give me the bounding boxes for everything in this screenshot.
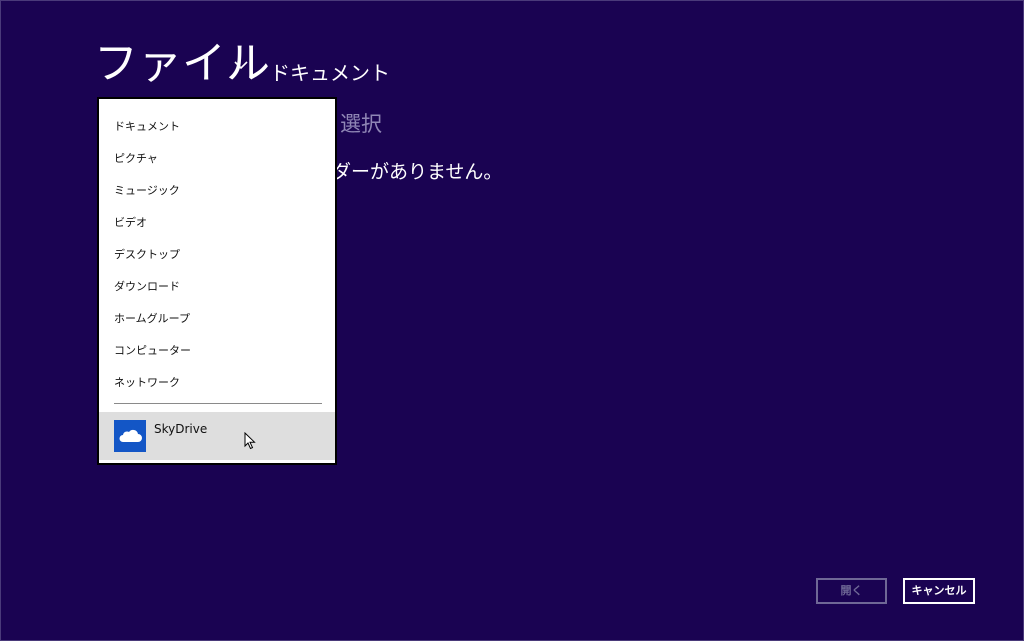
menu-item-videos[interactable]: ビデオ [99,209,335,241]
skydrive-tile [114,420,146,452]
select-text: 選択 [340,112,382,136]
empty-message: ダーがありません。 [332,161,503,183]
cloud-icon [119,429,142,442]
open-button[interactable]: 開く [816,578,887,604]
menu-separator [114,403,322,404]
mouse-pointer-icon [244,432,256,450]
skydrive-label: SkyDrive [154,422,208,436]
menu-item-music[interactable]: ミュージック [99,177,335,209]
menu-item-skydrive[interactable]: SkyDrive [99,412,335,460]
location-flyout-menu: ドキュメント ピクチャ ミュージック ビデオ デスクトップ ダウンロード ホーム… [97,97,337,465]
menu-item-pictures[interactable]: ピクチャ [99,145,335,177]
menu-item-downloads[interactable]: ダウンロード [99,273,335,305]
menu-item-desktop[interactable]: デスクトップ [99,241,335,273]
cancel-button[interactable]: キャンセル [903,578,975,604]
location-selector[interactable]: ドキュメント [270,60,390,86]
menu-item-computer[interactable]: コンピューター [99,337,335,369]
menu-item-homegroup[interactable]: ホームグループ [99,305,335,337]
menu-item-network[interactable]: ネットワーク [99,369,335,401]
menu-item-documents[interactable]: ドキュメント [99,113,335,145]
chevron-down-icon[interactable] [234,60,248,70]
location-list: ドキュメント ピクチャ ミュージック ビデオ デスクトップ ダウンロード ホーム… [99,113,335,401]
